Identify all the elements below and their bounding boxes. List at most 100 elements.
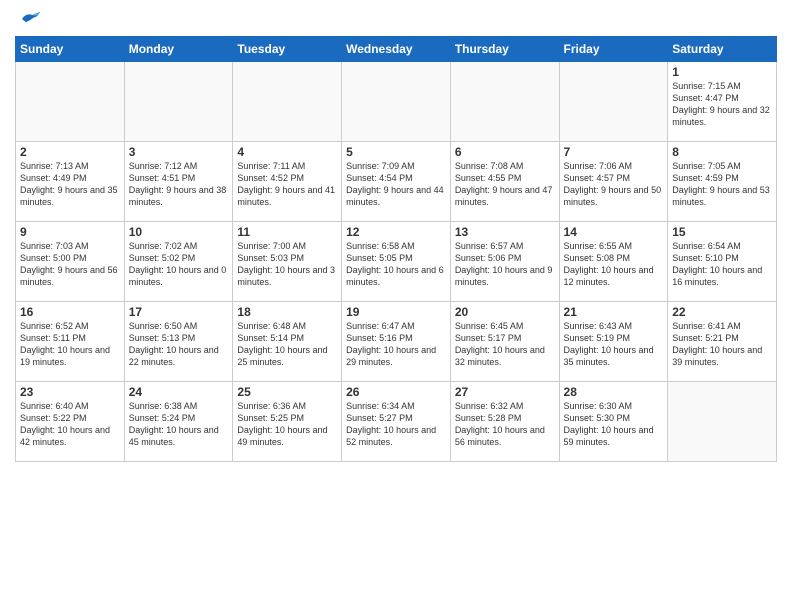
calendar-cell: 6Sunrise: 7:08 AM Sunset: 4:55 PM Daylig… <box>450 142 559 222</box>
day-number: 27 <box>455 385 555 399</box>
day-number: 15 <box>672 225 772 239</box>
day-of-week-monday: Monday <box>124 37 233 62</box>
day-info: Sunrise: 7:06 AM Sunset: 4:57 PM Dayligh… <box>564 160 664 209</box>
day-info: Sunrise: 6:57 AM Sunset: 5:06 PM Dayligh… <box>455 240 555 289</box>
day-info: Sunrise: 7:13 AM Sunset: 4:49 PM Dayligh… <box>20 160 120 209</box>
calendar-cell: 13Sunrise: 6:57 AM Sunset: 5:06 PM Dayli… <box>450 222 559 302</box>
day-info: Sunrise: 7:09 AM Sunset: 4:54 PM Dayligh… <box>346 160 446 209</box>
calendar-cell: 11Sunrise: 7:00 AM Sunset: 5:03 PM Dayli… <box>233 222 342 302</box>
day-number: 2 <box>20 145 120 159</box>
day-number: 10 <box>129 225 229 239</box>
day-number: 17 <box>129 305 229 319</box>
day-number: 19 <box>346 305 446 319</box>
day-number: 16 <box>20 305 120 319</box>
day-info: Sunrise: 6:43 AM Sunset: 5:19 PM Dayligh… <box>564 320 664 369</box>
logo-bird-icon <box>18 10 42 28</box>
day-number: 13 <box>455 225 555 239</box>
day-number: 23 <box>20 385 120 399</box>
calendar-cell: 28Sunrise: 6:30 AM Sunset: 5:30 PM Dayli… <box>559 382 668 462</box>
day-info: Sunrise: 6:32 AM Sunset: 5:28 PM Dayligh… <box>455 400 555 449</box>
calendar: SundayMondayTuesdayWednesdayThursdayFrid… <box>15 36 777 462</box>
calendar-cell: 18Sunrise: 6:48 AM Sunset: 5:14 PM Dayli… <box>233 302 342 382</box>
day-info: Sunrise: 7:11 AM Sunset: 4:52 PM Dayligh… <box>237 160 337 209</box>
day-number: 25 <box>237 385 337 399</box>
day-number: 5 <box>346 145 446 159</box>
day-info: Sunrise: 7:03 AM Sunset: 5:00 PM Dayligh… <box>20 240 120 289</box>
calendar-cell: 21Sunrise: 6:43 AM Sunset: 5:19 PM Dayli… <box>559 302 668 382</box>
calendar-cell <box>124 62 233 142</box>
day-info: Sunrise: 7:00 AM Sunset: 5:03 PM Dayligh… <box>237 240 337 289</box>
day-info: Sunrise: 7:08 AM Sunset: 4:55 PM Dayligh… <box>455 160 555 209</box>
day-of-week-saturday: Saturday <box>668 37 777 62</box>
day-info: Sunrise: 6:48 AM Sunset: 5:14 PM Dayligh… <box>237 320 337 369</box>
calendar-cell <box>342 62 451 142</box>
calendar-cell <box>233 62 342 142</box>
calendar-cell: 2Sunrise: 7:13 AM Sunset: 4:49 PM Daylig… <box>16 142 125 222</box>
day-info: Sunrise: 6:41 AM Sunset: 5:21 PM Dayligh… <box>672 320 772 369</box>
day-number: 4 <box>237 145 337 159</box>
logo <box>15 10 42 28</box>
day-number: 20 <box>455 305 555 319</box>
page: SundayMondayTuesdayWednesdayThursdayFrid… <box>0 0 792 612</box>
calendar-cell: 1Sunrise: 7:15 AM Sunset: 4:47 PM Daylig… <box>668 62 777 142</box>
day-number: 9 <box>20 225 120 239</box>
calendar-week-row: 2Sunrise: 7:13 AM Sunset: 4:49 PM Daylig… <box>16 142 777 222</box>
calendar-cell: 25Sunrise: 6:36 AM Sunset: 5:25 PM Dayli… <box>233 382 342 462</box>
day-info: Sunrise: 6:38 AM Sunset: 5:24 PM Dayligh… <box>129 400 229 449</box>
day-info: Sunrise: 6:52 AM Sunset: 5:11 PM Dayligh… <box>20 320 120 369</box>
calendar-cell: 17Sunrise: 6:50 AM Sunset: 5:13 PM Dayli… <box>124 302 233 382</box>
day-of-week-wednesday: Wednesday <box>342 37 451 62</box>
calendar-cell: 20Sunrise: 6:45 AM Sunset: 5:17 PM Dayli… <box>450 302 559 382</box>
day-info: Sunrise: 6:58 AM Sunset: 5:05 PM Dayligh… <box>346 240 446 289</box>
day-number: 14 <box>564 225 664 239</box>
calendar-cell: 24Sunrise: 6:38 AM Sunset: 5:24 PM Dayli… <box>124 382 233 462</box>
day-info: Sunrise: 7:12 AM Sunset: 4:51 PM Dayligh… <box>129 160 229 209</box>
day-info: Sunrise: 6:55 AM Sunset: 5:08 PM Dayligh… <box>564 240 664 289</box>
day-info: Sunrise: 6:34 AM Sunset: 5:27 PM Dayligh… <box>346 400 446 449</box>
day-info: Sunrise: 6:30 AM Sunset: 5:30 PM Dayligh… <box>564 400 664 449</box>
day-info: Sunrise: 6:36 AM Sunset: 5:25 PM Dayligh… <box>237 400 337 449</box>
calendar-cell: 22Sunrise: 6:41 AM Sunset: 5:21 PM Dayli… <box>668 302 777 382</box>
day-of-week-sunday: Sunday <box>16 37 125 62</box>
calendar-cell: 12Sunrise: 6:58 AM Sunset: 5:05 PM Dayli… <box>342 222 451 302</box>
day-number: 22 <box>672 305 772 319</box>
day-info: Sunrise: 6:50 AM Sunset: 5:13 PM Dayligh… <box>129 320 229 369</box>
calendar-cell <box>16 62 125 142</box>
calendar-cell: 26Sunrise: 6:34 AM Sunset: 5:27 PM Dayli… <box>342 382 451 462</box>
day-info: Sunrise: 7:02 AM Sunset: 5:02 PM Dayligh… <box>129 240 229 289</box>
calendar-week-row: 16Sunrise: 6:52 AM Sunset: 5:11 PM Dayli… <box>16 302 777 382</box>
calendar-header-row: SundayMondayTuesdayWednesdayThursdayFrid… <box>16 37 777 62</box>
calendar-cell: 10Sunrise: 7:02 AM Sunset: 5:02 PM Dayli… <box>124 222 233 302</box>
day-number: 24 <box>129 385 229 399</box>
day-number: 1 <box>672 65 772 79</box>
calendar-cell: 7Sunrise: 7:06 AM Sunset: 4:57 PM Daylig… <box>559 142 668 222</box>
day-of-week-thursday: Thursday <box>450 37 559 62</box>
day-info: Sunrise: 7:05 AM Sunset: 4:59 PM Dayligh… <box>672 160 772 209</box>
day-number: 6 <box>455 145 555 159</box>
calendar-cell: 14Sunrise: 6:55 AM Sunset: 5:08 PM Dayli… <box>559 222 668 302</box>
day-of-week-tuesday: Tuesday <box>233 37 342 62</box>
calendar-week-row: 23Sunrise: 6:40 AM Sunset: 5:22 PM Dayli… <box>16 382 777 462</box>
calendar-cell <box>559 62 668 142</box>
day-info: Sunrise: 7:15 AM Sunset: 4:47 PM Dayligh… <box>672 80 772 129</box>
day-info: Sunrise: 6:45 AM Sunset: 5:17 PM Dayligh… <box>455 320 555 369</box>
day-number: 21 <box>564 305 664 319</box>
calendar-cell <box>668 382 777 462</box>
calendar-cell: 5Sunrise: 7:09 AM Sunset: 4:54 PM Daylig… <box>342 142 451 222</box>
calendar-cell: 27Sunrise: 6:32 AM Sunset: 5:28 PM Dayli… <box>450 382 559 462</box>
day-of-week-friday: Friday <box>559 37 668 62</box>
calendar-cell: 15Sunrise: 6:54 AM Sunset: 5:10 PM Dayli… <box>668 222 777 302</box>
day-info: Sunrise: 6:40 AM Sunset: 5:22 PM Dayligh… <box>20 400 120 449</box>
header <box>15 10 777 28</box>
day-number: 7 <box>564 145 664 159</box>
day-number: 18 <box>237 305 337 319</box>
day-number: 3 <box>129 145 229 159</box>
calendar-cell: 23Sunrise: 6:40 AM Sunset: 5:22 PM Dayli… <box>16 382 125 462</box>
calendar-week-row: 9Sunrise: 7:03 AM Sunset: 5:00 PM Daylig… <box>16 222 777 302</box>
day-info: Sunrise: 6:54 AM Sunset: 5:10 PM Dayligh… <box>672 240 772 289</box>
day-number: 28 <box>564 385 664 399</box>
day-number: 26 <box>346 385 446 399</box>
day-number: 12 <box>346 225 446 239</box>
calendar-cell: 8Sunrise: 7:05 AM Sunset: 4:59 PM Daylig… <box>668 142 777 222</box>
day-number: 11 <box>237 225 337 239</box>
